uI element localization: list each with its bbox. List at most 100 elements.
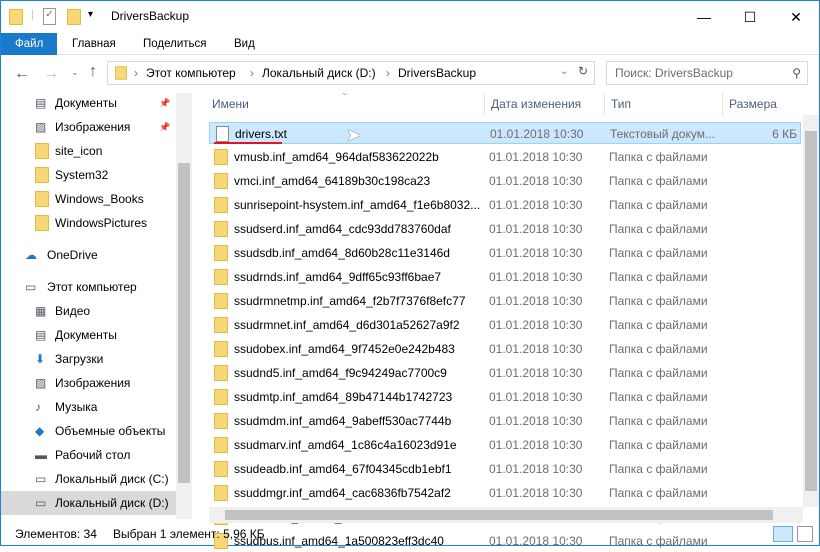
file-row[interactable]: vmusb.inf_amd64_964daf583622022b 01.01.20…: [209, 146, 801, 168]
nav-item[interactable]: ☁ OneDrive: [1, 243, 176, 267]
file-row[interactable]: ssudobex.inf_amd64_9f7452e0e242b483 01.01…: [209, 338, 801, 360]
search-input[interactable]: Поиск: DriversBackup ⚲: [606, 61, 808, 85]
properties-icon[interactable]: ✓: [43, 8, 56, 25]
file-row[interactable]: ssuddmgr.inf_amd64_cac6836fb7542af2 01.01…: [209, 482, 801, 504]
file-name: ssuddmgr.inf_amd64_cac6836fb7542af2: [234, 486, 451, 500]
file-row[interactable]: ssudrmnetmp.inf_amd64_f2b7f7376f8efc77 01…: [209, 290, 801, 312]
nav-item[interactable]: ▬ Рабочий стол: [1, 443, 176, 467]
file-row[interactable]: drivers.txt 01.01.2018 10:30 Текстовый док…: [209, 122, 801, 144]
pin-icon[interactable]: 📌: [159, 115, 170, 139]
up-button[interactable]: ↑: [89, 63, 97, 81]
vertical-scrollbar[interactable]: [803, 115, 819, 507]
file-row[interactable]: ssudmdm.inf_amd64_9abeff530ac7744b 01.01.…: [209, 410, 801, 432]
file-row[interactable]: ssudsdb.inf_amd64_8d60b28c11e3146d 01.01.…: [209, 242, 801, 264]
nav-item[interactable]: ♪ Музыка: [1, 395, 176, 419]
desktop-icon: ▬: [35, 448, 47, 462]
details-view-button[interactable]: [773, 526, 793, 542]
downloads-icon: ⬇: [35, 352, 46, 366]
mouse-cursor-icon: ➤: [346, 125, 362, 145]
file-row[interactable]: ssudeadb.inf_amd64_67f04345cdb1ebf1 01.01…: [209, 458, 801, 480]
column-header-name[interactable]: Имени: [206, 93, 485, 115]
nav-item[interactable]: WindowsPictures: [1, 211, 176, 235]
file-name: ssudsdb.inf_amd64_8d60b28c11e3146d: [234, 246, 450, 260]
nav-item[interactable]: ▨ Изображения: [1, 371, 176, 395]
breadcrumb-computer[interactable]: Этот компьютер: [146, 66, 236, 80]
folder-icon: [214, 173, 228, 189]
file-name: ssudeadb.inf_amd64_67f04345cdb1ebf1: [234, 462, 452, 476]
close-button[interactable]: ✕: [773, 1, 819, 33]
nav-item-label: Изображения: [55, 120, 131, 134]
nav-item[interactable]: ▤ Документы 📌: [1, 91, 176, 115]
customize-toolbar-icon[interactable]: ▾: [88, 9, 93, 20]
back-button[interactable]: ←: [14, 65, 30, 83]
file-date: 01.01.2018 10:30: [489, 390, 583, 404]
folder-icon: [214, 317, 228, 333]
folder-icon: [214, 485, 228, 501]
breadcrumb-drive-d[interactable]: Локальный диск (D:): [262, 66, 376, 80]
file-row[interactable]: ssudserd.inf_amd64_cdc93dd783760daf 01.01…: [209, 218, 801, 240]
tab-view[interactable]: Вид: [220, 33, 269, 55]
file-type: Папка с файлами: [609, 294, 708, 308]
column-header-size[interactable]: Размера: [723, 93, 803, 115]
nav-item-label: site_icon: [55, 144, 103, 158]
new-folder-icon[interactable]: [67, 9, 81, 25]
nav-item-label: Музыка: [55, 400, 98, 414]
nav-item[interactable]: ▭ Этот компьютер: [1, 275, 176, 299]
folder-icon: [214, 365, 228, 381]
nav-item-label: Изображения: [55, 376, 131, 390]
large-icons-view-button[interactable]: [797, 526, 813, 542]
nav-item[interactable]: ▦ Видео: [1, 299, 176, 323]
folder-icon: [214, 197, 228, 213]
file-name: ssudserd.inf_amd64_cdc93dd783760daf: [234, 222, 451, 236]
folder-icon: [214, 221, 228, 237]
address-bar[interactable]: › Этот компьютер › Локальный диск (D:) ›…: [107, 61, 595, 85]
horizontal-scrollbar[interactable]: [209, 507, 803, 523]
file-row[interactable]: ssudnd5.inf_amd64_f9c94249ac7700c9 01.01.…: [209, 362, 801, 384]
nav-item[interactable]: ⬇ Загрузки: [1, 347, 176, 371]
nav-item-label: Рабочий стол: [55, 448, 131, 462]
nav-item[interactable]: ▨ Изображения 📌: [1, 115, 176, 139]
file-row[interactable]: ssudrnds.inf_amd64_9dff65c93ff6bae7 01.01…: [209, 266, 801, 288]
file-date: 01.01.2018 10:30: [489, 270, 583, 284]
navigation-pane: ▤ Документы 📌 ▨ Изображения 📌 site_icon System3…: [1, 91, 176, 519]
file-row[interactable]: sunrisepoint-hsystem.inf_amd64_f1e6b8032…: [209, 194, 801, 216]
nav-item[interactable]: ▭ Локальный диск (D:): [1, 491, 176, 515]
forward-button[interactable]: →: [43, 65, 59, 83]
nav-item[interactable]: ▭ Локальный диск (C:): [1, 467, 176, 491]
pin-icon[interactable]: 📌: [159, 91, 170, 115]
column-header-type[interactable]: Тип: [605, 93, 723, 115]
nav-item-label: Этот компьютер: [47, 280, 137, 294]
refresh-button[interactable]: ↻: [578, 64, 588, 78]
address-dropdown-button[interactable]: ⌄: [560, 66, 568, 77]
nav-item[interactable]: System32: [1, 163, 176, 187]
tab-share[interactable]: Поделиться: [129, 33, 221, 55]
file-date: 01.01.2018 10:30: [489, 174, 583, 188]
horizontal-scrollbar-thumb[interactable]: [225, 510, 773, 520]
maximize-button[interactable]: ☐: [727, 1, 773, 33]
tab-file[interactable]: Файл: [1, 33, 58, 55]
recent-locations-button[interactable]: ⌄: [71, 67, 79, 78]
file-row[interactable]: vmci.inf_amd64_64189b30c198ca23 01.01.201…: [209, 170, 801, 192]
nav-item[interactable]: ◆ Объемные объекты: [1, 419, 176, 443]
file-size: 6 КБ: [772, 127, 797, 141]
nav-item-label: Объемные объекты: [55, 424, 166, 438]
minimize-button[interactable]: —: [681, 1, 727, 33]
nav-scrollbar-thumb[interactable]: [178, 163, 190, 483]
selection-info: Выбран 1 элемент: 5,96 КБ: [113, 527, 265, 541]
file-date: 01.01.2018 10:30: [489, 222, 583, 236]
title-bar: | ✓ ▾ DriversBackup — ☐ ✕: [1, 1, 819, 33]
file-row[interactable]: ssudmtp.inf_amd64_89b47144b1742723 01.01.…: [209, 386, 801, 408]
breadcrumb-driversbackup[interactable]: DriversBackup: [398, 66, 476, 80]
vertical-scrollbar-thumb[interactable]: [805, 131, 817, 491]
file-type: Папка с файлами: [609, 462, 708, 476]
column-header-date[interactable]: Дата изменения: [485, 93, 605, 115]
tab-home[interactable]: Главная: [58, 33, 130, 55]
nav-scrollbar[interactable]: [176, 93, 192, 519]
text-file-icon: [216, 126, 229, 142]
file-row[interactable]: ssudrmnet.inf_amd64_d6d301a52627a9f2 01.0…: [209, 314, 801, 336]
divider: |: [31, 7, 35, 21]
file-row[interactable]: ssudmarv.inf_amd64_1c86c4a16023d91e 01.01…: [209, 434, 801, 456]
nav-item[interactable]: ▤ Документы: [1, 323, 176, 347]
nav-item[interactable]: site_icon: [1, 139, 176, 163]
nav-item[interactable]: Windows_Books: [1, 187, 176, 211]
